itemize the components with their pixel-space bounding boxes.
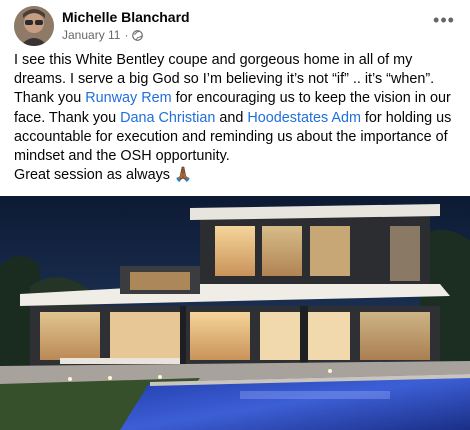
post-header: Michelle Blanchard January 11 · ••• bbox=[14, 6, 456, 46]
author-name[interactable]: Michelle Blanchard bbox=[62, 9, 190, 25]
post-text: I see this White Bentley coupe and gorge… bbox=[14, 51, 460, 185]
post-meta: January 11 · bbox=[62, 28, 144, 42]
mention-link[interactable]: Runway Rem bbox=[85, 90, 171, 106]
meta-separator: · bbox=[124, 28, 129, 42]
post-text-part: and bbox=[215, 109, 248, 126]
facebook-post: Michelle Blanchard January 11 · ••• I se… bbox=[0, 0, 470, 430]
avatar[interactable] bbox=[14, 6, 54, 46]
post-date[interactable]: January 11 bbox=[62, 28, 120, 42]
mention-link[interactable]: Hoodestates Adm bbox=[247, 110, 361, 126]
post-text-part: Great session as always bbox=[14, 167, 174, 184]
mention-link[interactable]: Dana Christian bbox=[120, 110, 215, 126]
globe-icon[interactable] bbox=[132, 29, 144, 41]
more-options-icon[interactable]: ••• bbox=[432, 10, 456, 30]
post-photo[interactable] bbox=[0, 196, 470, 430]
pray-emoji: 🙏🏾 bbox=[173, 167, 192, 184]
